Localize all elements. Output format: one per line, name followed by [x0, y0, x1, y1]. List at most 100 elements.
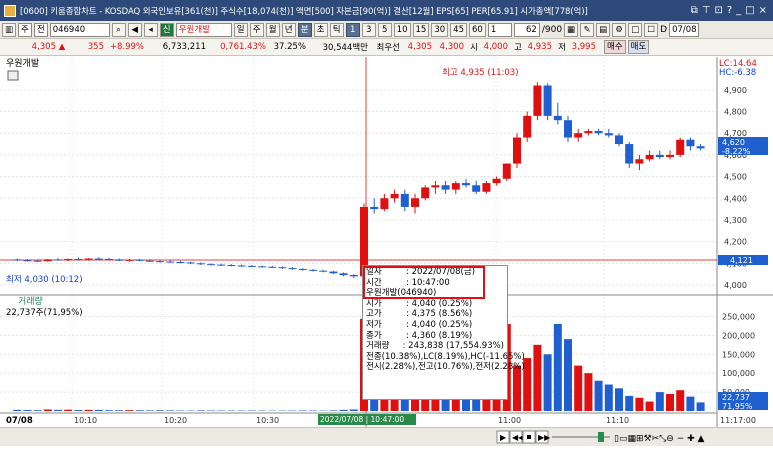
period-month[interactable]: 월 [266, 23, 280, 37]
period-week[interactable]: 주 [250, 23, 264, 37]
period-second[interactable]: 초 [314, 23, 328, 37]
tooltip-close-key: 종가 [366, 331, 406, 342]
count-input[interactable]: 62 [514, 23, 540, 37]
forward-glyph: ▶▶ [538, 433, 551, 442]
checkbox-icon[interactable]: ☐ [644, 23, 658, 37]
settings-icon[interactable]: ⚙ [612, 23, 626, 37]
minute-3[interactable]: 3 [362, 23, 376, 37]
volume-bar [34, 410, 42, 411]
current-price-tag-pct: -8.22% [722, 147, 751, 156]
tool-icon[interactable]: ✎ [580, 23, 594, 37]
candle [523, 112, 531, 142]
help-icon[interactable]: ? [727, 5, 732, 16]
open: 4,000 [478, 42, 508, 52]
sound-icon[interactable]: ◀ [128, 23, 142, 37]
minute-30[interactable]: 30 [431, 23, 448, 37]
time-tick: 11:10 [606, 416, 629, 425]
date-input[interactable]: 07/08 [669, 23, 699, 37]
sell-button[interactable]: 매도 [628, 40, 650, 54]
count-total: /900 [542, 25, 562, 35]
current-volume-tag-value: 22,737 [722, 393, 750, 402]
volume-tick: 200,000 [722, 331, 755, 340]
ask1: 4,300 [432, 42, 464, 52]
volume-bar [44, 409, 52, 411]
volume-bar [595, 381, 603, 411]
volume-bar [136, 410, 144, 411]
time-tick: 10:30 [256, 416, 279, 425]
minute-5[interactable]: 5 [378, 23, 392, 37]
tooltip-volume-key: 거래량 [366, 341, 403, 352]
close-icon[interactable]: × [759, 5, 767, 16]
volume-bar [646, 402, 654, 411]
buy-button[interactable]: 매수 [604, 40, 626, 54]
type-select[interactable]: 전 [34, 23, 48, 37]
volume-tick: 100,000 [722, 369, 755, 378]
current-price-tag-value: 4,620 [722, 138, 745, 147]
volume-bar [146, 410, 154, 411]
minimize-icon[interactable]: _ [736, 5, 741, 16]
volume-bar [554, 324, 562, 411]
minute-45[interactable]: 45 [450, 23, 467, 37]
pin-icon[interactable]: ⊤ [702, 5, 711, 16]
code-input[interactable]: 046940 [50, 23, 110, 37]
maximize-icon[interactable]: □ [745, 5, 754, 16]
search-icon[interactable]: ⌕ [112, 23, 126, 37]
volume-bar [350, 409, 358, 411]
up-arrow-icon: ▲ [56, 42, 68, 52]
menu-icon[interactable]: ▥ [2, 23, 16, 37]
price-tick: 4,900 [724, 86, 747, 95]
volume-bar [64, 410, 72, 411]
data-tooltip: 일자: 2022/07/08(금) 시간: 10:47:00 우원개발(0469… [362, 265, 508, 400]
volume-bar [85, 410, 93, 411]
volume-bar [686, 397, 694, 411]
speed-slider-thumb[interactable] [598, 432, 604, 442]
link-icon[interactable]: ⧉ [691, 5, 698, 16]
minute-10[interactable]: 10 [394, 23, 411, 37]
price-pane-label: 우원개발 [6, 58, 39, 69]
volume-bar [697, 402, 705, 411]
current-price: 4,305 [0, 42, 56, 52]
volume-bar [605, 385, 613, 411]
market-select[interactable]: 주 [18, 23, 32, 37]
chart-scrollbar[interactable]: ▶ ◀◀ ▶▶ ▯▭▦⊞⚒✂⤡⊖ − ✚ ▲ [0, 427, 773, 446]
period-minute[interactable]: 분 [298, 23, 312, 37]
time-tick: 10:20 [164, 416, 187, 425]
volume-bar [74, 410, 82, 411]
chart-icon[interactable]: ▦ [564, 23, 578, 37]
candle [421, 185, 429, 200]
period-day[interactable]: 일 [234, 23, 248, 37]
low-label: 저 [552, 41, 566, 53]
high-label: 고 [508, 41, 522, 53]
volume-bar [635, 398, 643, 411]
volume-pct: 0,761.43% [206, 42, 266, 52]
tooltip-open-key: 시가 [366, 299, 406, 310]
prev-icon[interactable]: ◂ [144, 23, 158, 37]
period-year[interactable]: 년 [282, 23, 296, 37]
tooltip-high-key: 고가 [366, 309, 406, 320]
candle [503, 164, 511, 181]
time-tick: 10:10 [74, 416, 97, 425]
x-axis-date: 07/08 [6, 416, 33, 426]
hc-label: HC:-6.38 [719, 68, 756, 78]
period-tick[interactable]: 틱 [330, 23, 344, 37]
price-tick: 4,300 [724, 216, 747, 225]
ref-price-tag-value: 4,121 [730, 256, 753, 265]
minute-1[interactable]: 1 [346, 23, 360, 37]
volume-bar [666, 394, 674, 411]
volume-bar [564, 339, 572, 411]
grid-icon[interactable]: ▤ [596, 23, 610, 37]
price-tick: 4,700 [724, 129, 747, 138]
date-prefix: D [660, 25, 667, 35]
minute-15[interactable]: 15 [413, 23, 430, 37]
tooltip-volume-value: : 243,838 (17,554.93%) [403, 341, 504, 352]
tooltip-high-value: : 4,375 (8.56%) [406, 309, 472, 320]
stock-badge-icon: 신 [160, 23, 174, 37]
fixed-icon[interactable]: □ [628, 23, 642, 37]
minute-60[interactable]: 60 [469, 23, 486, 37]
layout-icon[interactable]: ⊡ [714, 5, 722, 16]
price-tick: 4,200 [724, 238, 747, 247]
unit-select[interactable]: 1 [488, 23, 512, 37]
tool-icons[interactable]: ▯▭▦⊞⚒✂⤡⊖ − ✚ ▲ [614, 434, 705, 444]
pane-icon[interactable] [8, 71, 18, 80]
change-pct: +8.99% [104, 42, 144, 52]
